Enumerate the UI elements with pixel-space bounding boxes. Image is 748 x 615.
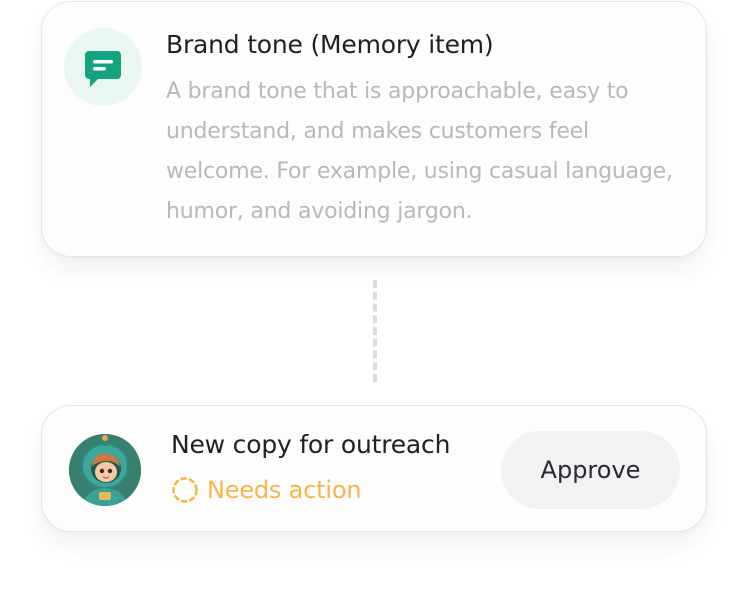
memory-item-card: Brand tone (Memory item) A brand tone th… [41, 1, 707, 257]
status-label: Needs action [207, 476, 362, 504]
astronaut-avatar-icon [69, 434, 141, 506]
avatar [69, 434, 141, 506]
dashed-connector [373, 280, 377, 382]
approve-button[interactable]: Approve [501, 431, 680, 509]
dashed-circle-icon [172, 477, 198, 503]
task-title: New copy for outreach [171, 430, 451, 459]
memory-icon-badge [64, 28, 142, 106]
memory-description: A brand tone that is approachable, easy … [166, 79, 673, 224]
memory-title: Brand tone (Memory item) [166, 30, 494, 59]
status-badge: Needs action [171, 476, 362, 504]
message-icon [85, 51, 121, 87]
task-card: New copy for outreach Needs action Appro… [41, 405, 707, 532]
